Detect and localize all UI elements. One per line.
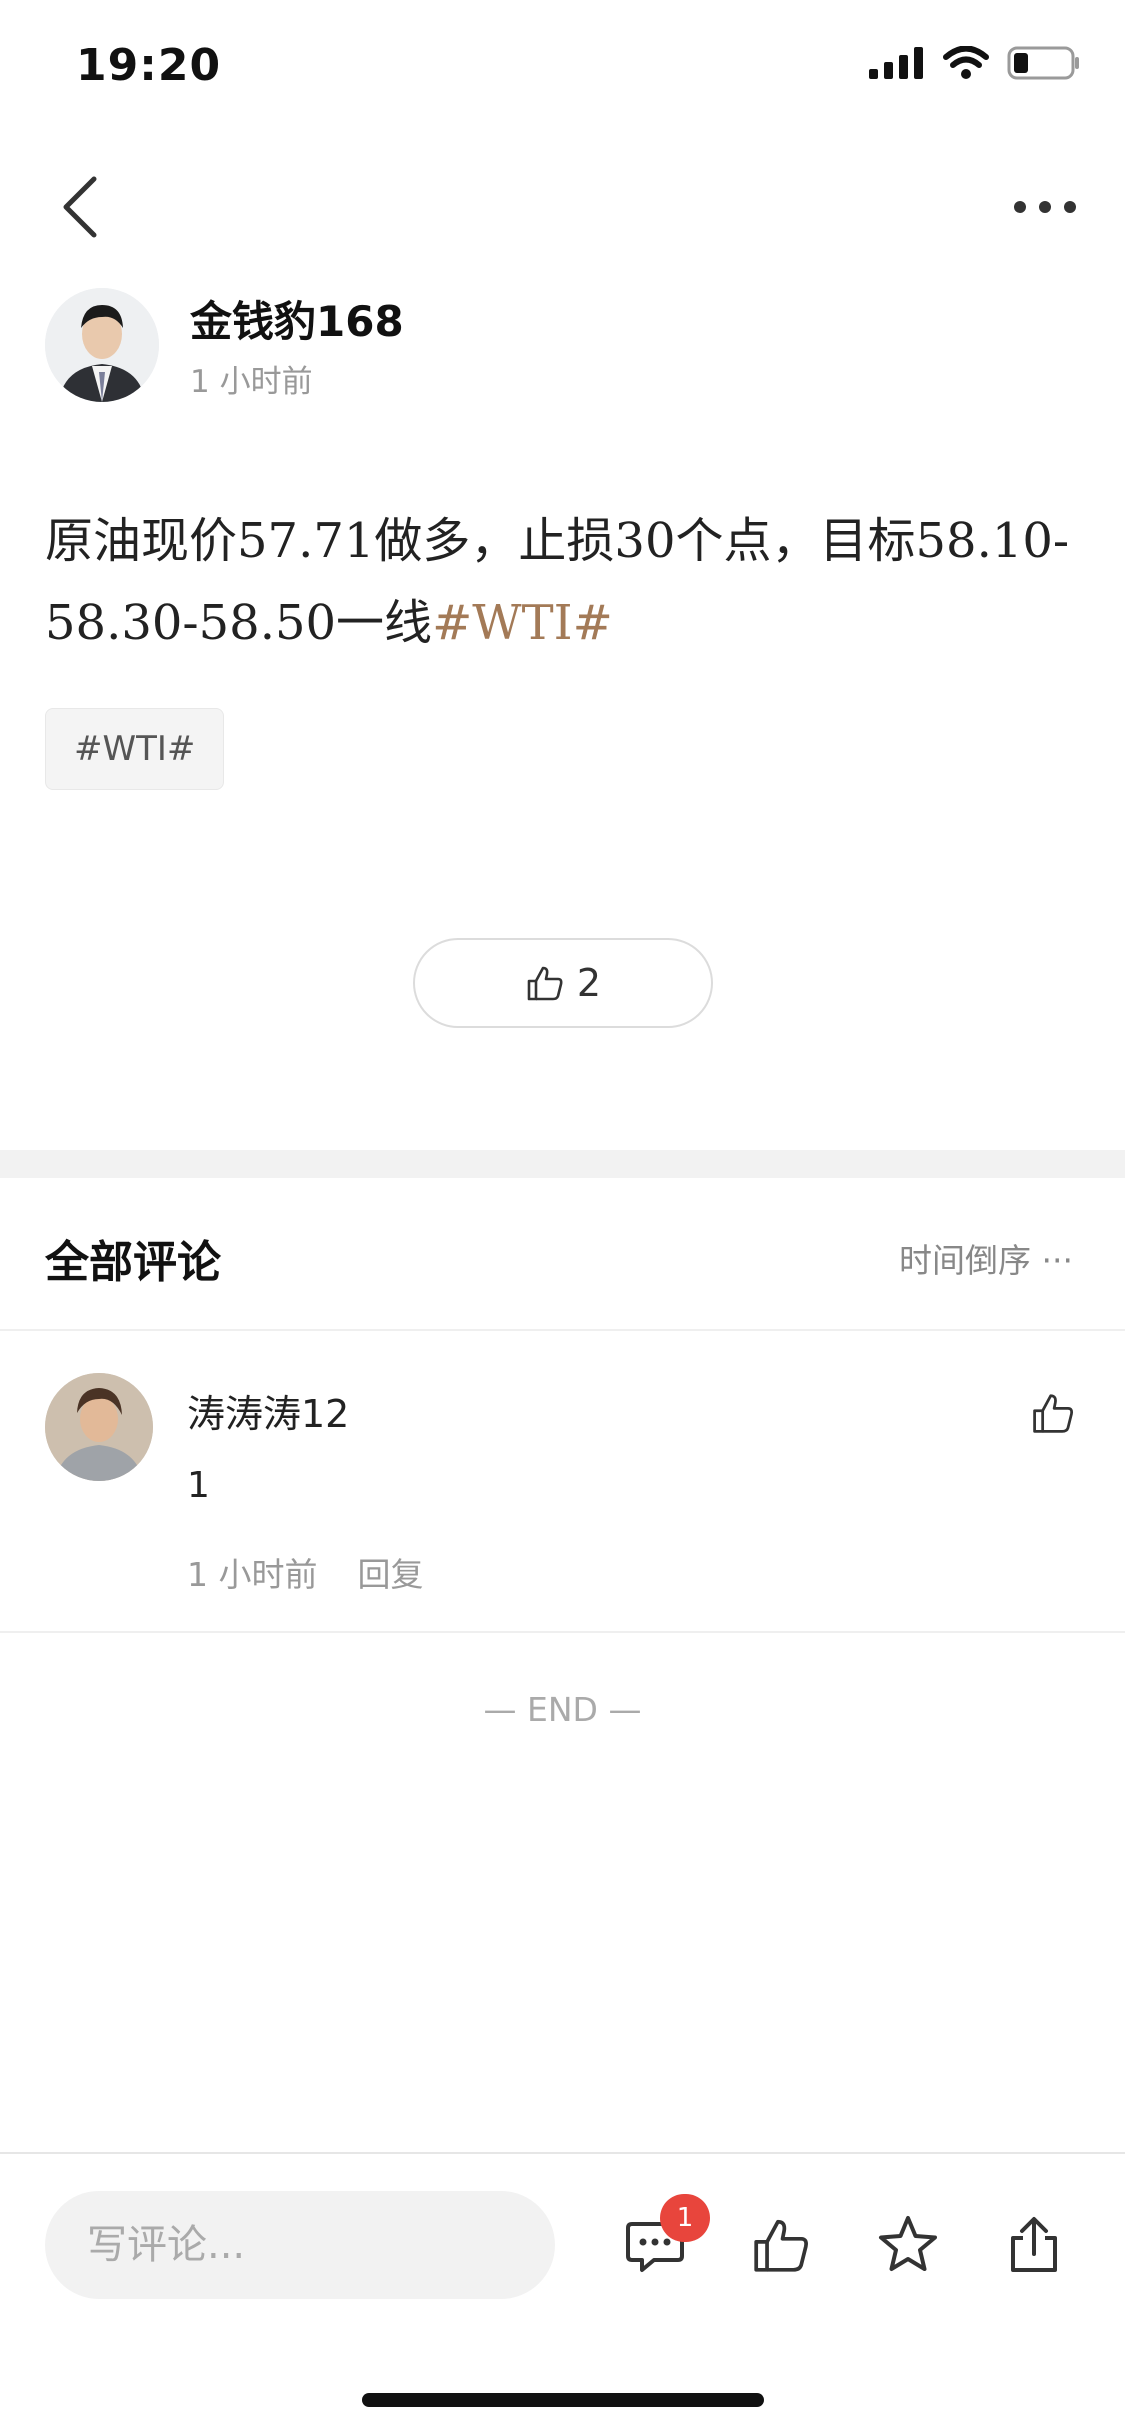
- like-button[interactable]: 2: [413, 938, 713, 1028]
- comment-item: 涛涛涛12 1 1 小时前 回复: [0, 1333, 1125, 1633]
- author-avatar[interactable]: [45, 288, 159, 402]
- star-icon: [879, 2216, 937, 2271]
- comment-input[interactable]: [45, 2191, 555, 2299]
- comments-header: 全部评论 时间倒序 ···: [0, 1178, 1125, 1331]
- ellipsis-icon: [1014, 201, 1076, 213]
- post-hashtag-link[interactable]: #WTI#: [432, 595, 613, 651]
- comment-like-button[interactable]: [1023, 1383, 1083, 1443]
- more-button[interactable]: [1005, 172, 1085, 242]
- share-button[interactable]: [998, 2209, 1070, 2281]
- share-icon: [1011, 2217, 1057, 2272]
- thumbs-up-icon: [754, 2219, 808, 2272]
- comment-time: 1 小时前: [187, 1555, 318, 1594]
- sort-order-toggle[interactable]: 时间倒序 ···: [899, 1234, 1073, 1282]
- status-icons: [869, 45, 1081, 84]
- author-name[interactable]: 金钱豹168: [190, 288, 404, 349]
- thumbs-up-icon: [1033, 1394, 1073, 1433]
- comment-meta: 1 小时前 回复: [187, 1548, 424, 1596]
- end-marker: — END —: [483, 1690, 642, 1729]
- nav-bar: [0, 150, 1125, 260]
- battery-icon: [1007, 46, 1081, 84]
- signal-icon: [869, 47, 925, 83]
- comment-count-badge: 1: [660, 2194, 710, 2242]
- favorite-button[interactable]: [872, 2209, 944, 2281]
- post-content: 原油现价57.71做多，止损30个点，目标58.10-58.30-58.50一线…: [45, 500, 1085, 664]
- status-bar: 19:20: [0, 0, 1125, 135]
- post-author: 金钱豹168 1 小时前: [45, 288, 1085, 408]
- post-time: 1 小时前: [190, 364, 313, 400]
- commenter-avatar[interactable]: [45, 1373, 153, 1481]
- comments-title: 全部评论: [45, 1237, 221, 1288]
- thumbs-up-icon: [527, 966, 563, 1001]
- like-count: 2: [576, 961, 602, 1005]
- status-time: 19:20: [76, 40, 222, 91]
- section-divider: [0, 1150, 1125, 1178]
- wifi-icon: [943, 45, 989, 84]
- back-button[interactable]: [50, 172, 110, 242]
- reply-button[interactable]: 回复: [358, 1548, 424, 1596]
- home-indicator[interactable]: [362, 2393, 764, 2407]
- bottom-like-button[interactable]: [745, 2209, 817, 2281]
- comment-text: 1: [187, 1465, 210, 1506]
- chevron-left-icon: [63, 176, 97, 238]
- commenter-name[interactable]: 涛涛涛12: [187, 1383, 349, 1438]
- topic-tag[interactable]: #WTI#: [45, 708, 225, 790]
